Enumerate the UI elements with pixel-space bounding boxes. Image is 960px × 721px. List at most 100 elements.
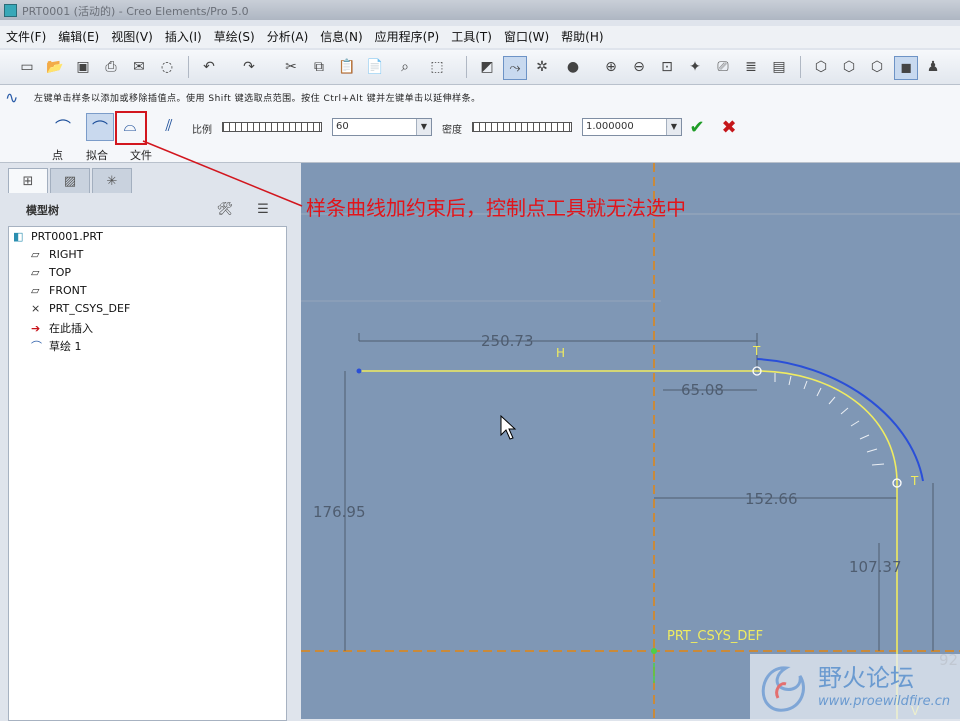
menu-help[interactable]: 帮助(H) <box>561 26 603 48</box>
tree-icon: ⊞ <box>22 173 34 189</box>
zoom-in-icon[interactable]: ⊕ <box>600 56 622 78</box>
cancel-icon[interactable]: ✖ <box>716 114 742 140</box>
tree-node-csys[interactable]: ⨯ PRT_CSYS_DEF <box>31 302 130 315</box>
tree-node-sketch[interactable]: ⌒ 草绘 1 <box>31 338 82 354</box>
model-tree-icon[interactable]: ♟ <box>922 56 944 78</box>
point-mode-label: 点 <box>52 149 63 162</box>
tree-node-label: TOP <box>49 266 72 279</box>
chevron-down-icon[interactable]: ▼ <box>666 119 681 135</box>
menu-info[interactable]: 信息(N) <box>320 26 362 48</box>
paste-special-icon[interactable]: 📄 <box>364 56 386 78</box>
menu-insert[interactable]: 插入(I) <box>165 26 202 48</box>
wireframe-icon[interactable]: ⬡ <box>810 56 832 78</box>
tree-node-label: 草绘 1 <box>49 340 82 353</box>
tree-node-front[interactable]: ▱ FRONT <box>31 284 87 297</box>
scale-combo[interactable]: 60 ▼ <box>332 118 432 136</box>
menu-view[interactable]: 视图(V) <box>111 26 153 48</box>
shaded-icon[interactable]: ◼ <box>894 56 918 80</box>
refit-icon[interactable]: ⊡ <box>656 56 678 78</box>
datum-plane-icon: ▱ <box>31 284 40 297</box>
fit-mode-button[interactable]: ⌒ <box>86 113 114 141</box>
panel-scrollbar[interactable] <box>291 570 300 719</box>
tree-settings-icon[interactable]: 🛠 <box>214 198 236 220</box>
select-box-icon[interactable]: ⬚ <box>420 56 454 78</box>
menu-applications[interactable]: 应用程序(P) <box>375 26 440 48</box>
accept-icon[interactable]: ✔ <box>684 114 710 140</box>
menu-tools[interactable]: 工具(T) <box>451 26 492 48</box>
scale-slider[interactable] <box>222 122 322 132</box>
new-file-icon[interactable]: ▭ <box>16 56 38 78</box>
watermark-url: www.proewildfire.cn <box>818 694 951 709</box>
watermark: 野火论坛 www.proewildfire.cn <box>750 654 960 719</box>
watermark-title: 野火论坛 <box>818 664 914 692</box>
dim-107-37[interactable]: 107.37 <box>849 558 902 576</box>
close-window-icon[interactable]: ◌ <box>156 56 178 78</box>
tree-columns-icon[interactable]: ☰ <box>252 198 274 220</box>
density-slider[interactable] <box>472 122 572 132</box>
tree-node-right[interactable]: ▱ RIGHT <box>31 248 83 261</box>
tree-node-label: FRONT <box>49 284 87 297</box>
tangent-constraint: T <box>752 344 761 358</box>
open-icon[interactable]: 📂 <box>44 56 66 78</box>
view-manager-icon[interactable]: ▤ <box>768 56 790 78</box>
file-mode-label: 文件 <box>130 149 152 162</box>
annotation-text: 样条曲线加约束后，控制点工具就无法选中 <box>306 196 686 220</box>
find-icon[interactable]: ⌕ <box>394 56 416 78</box>
tab-model-tree[interactable]: ⊞ <box>8 168 48 193</box>
tree-node-label: RIGHT <box>49 248 84 261</box>
graphics-viewport[interactable]: 250.73 65.08 176.95 152.66 107.37 92 H T… <box>301 163 960 719</box>
layers-icon[interactable]: ≣ <box>740 56 762 78</box>
no-hidden-icon[interactable]: ⬡ <box>866 56 888 78</box>
window-title: PRT0001 (活动的) - Creo Elements/Pro 5.0 <box>22 5 249 18</box>
chevron-down-icon[interactable]: ▼ <box>416 119 431 135</box>
prompt-message: 左键单击样条以添加或移除插值点。使用 Shift 键选取点范围。按住 Ctrl+… <box>34 94 481 104</box>
cut-icon[interactable]: ✂ <box>280 56 302 78</box>
menu-analysis[interactable]: 分析(A) <box>267 26 309 48</box>
sketch-drawing[interactable]: 250.73 65.08 176.95 152.66 107.37 92 H T… <box>301 163 960 719</box>
print-icon[interactable]: ⎙ <box>100 56 122 78</box>
saved-views-icon[interactable]: ⎚ <box>712 56 734 78</box>
menu-sketch[interactable]: 草绘(S) <box>214 26 255 48</box>
menu-bar: 文件(F) 编辑(E) 视图(V) 插入(I) 草绘(S) 分析(A) 信息(N) 应用程序(… <box>0 26 960 48</box>
title-bar: PRT0001 (活动的) - Creo Elements/Pro 5.0 <box>0 0 960 20</box>
spline-tool-icon: ∿ <box>5 88 19 107</box>
save-icon[interactable]: ▣ <box>72 56 94 78</box>
highlight-box <box>115 111 147 145</box>
dim-250-73[interactable]: 250.73 <box>481 332 534 350</box>
undo-icon[interactable]: ↶ <box>198 56 220 78</box>
tree-node-top[interactable]: ▱ TOP <box>31 266 71 279</box>
navigator-tabs: ⊞ ▨ ✳ <box>0 163 300 193</box>
csys-label: PRT_CSYS_DEF <box>667 629 763 644</box>
fit-mode-label: 拟合 <box>86 149 108 162</box>
model-tree-header: 模型树 🛠 ☰ <box>0 194 300 224</box>
sketch-mode-icon[interactable]: ◩ <box>476 56 498 78</box>
tab-folder-browser[interactable]: ▨ <box>50 168 90 193</box>
zoom-out-icon[interactable]: ⊖ <box>628 56 650 78</box>
menu-file[interactable]: 文件(F) <box>6 26 46 48</box>
shading-icon[interactable]: ● <box>562 56 584 78</box>
tree-node-insert-here[interactable]: ➔ 在此插入 <box>31 320 93 336</box>
main-toolbar: ▭ 📂 ▣ ⎙ ✉ ◌ ↶ ↷ ✂ ⧉ 📋 📄 ⌕ ⬚ ◩ ⤳ ✲ ● ⊕ ⊖ … <box>0 50 960 85</box>
redo-icon[interactable]: ↷ <box>238 56 260 78</box>
star-icon: ✳ <box>106 173 118 189</box>
paste-icon[interactable]: 📋 <box>336 56 358 78</box>
insert-arrow-icon: ➔ <box>31 322 41 335</box>
mouse-cursor-icon <box>500 414 517 440</box>
copy-icon[interactable]: ⧉ <box>308 56 330 78</box>
reorient-icon[interactable]: ✦ <box>684 56 706 78</box>
dim-176-95[interactable]: 176.95 <box>313 503 366 521</box>
regenerate-icon[interactable]: ✲ <box>531 56 553 78</box>
scale-value: 60 <box>336 121 349 132</box>
spline-icon[interactable]: ⤳ <box>503 56 527 80</box>
tree-node-part[interactable]: ◧ PRT0001.PRT <box>13 230 103 243</box>
dim-65-08[interactable]: 65.08 <box>681 381 724 399</box>
dim-152-66[interactable]: 152.66 <box>745 490 798 508</box>
density-combo[interactable]: 1.000000 ▼ <box>582 118 682 136</box>
point-mode-button[interactable]: ⌒ <box>50 113 76 139</box>
curvature-analysis-button[interactable]: ⫽ <box>156 113 182 139</box>
tab-favorites[interactable]: ✳ <box>92 168 132 193</box>
menu-window[interactable]: 窗口(W) <box>504 26 549 48</box>
send-icon[interactable]: ✉ <box>128 56 150 78</box>
menu-edit[interactable]: 编辑(E) <box>58 26 99 48</box>
hidden-line-icon[interactable]: ⬡ <box>838 56 860 78</box>
